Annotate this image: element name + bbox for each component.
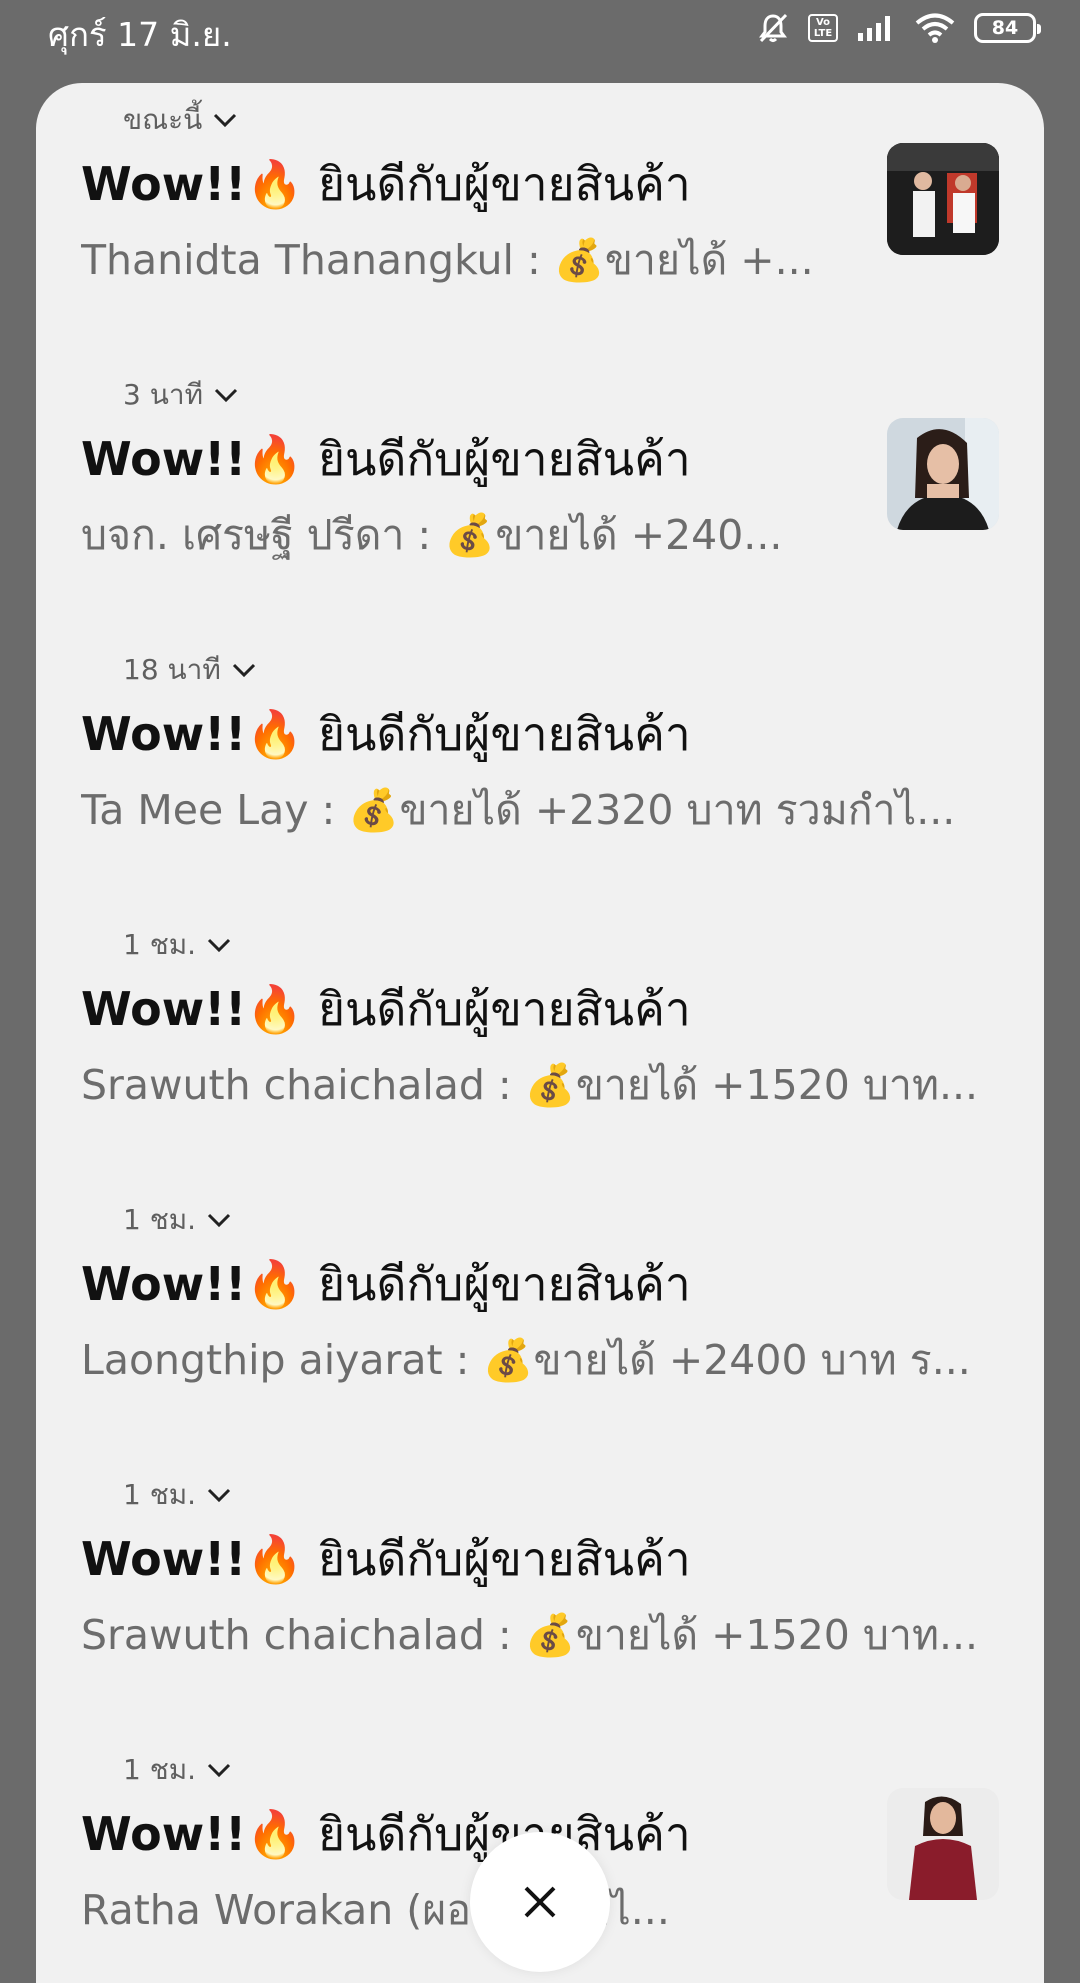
notification-time-label: 1 ชม. (123, 1203, 197, 1236)
money-bag-icon: 💰 (444, 511, 496, 559)
notification-time-label: ขณะนี้ (123, 103, 203, 136)
fire-icon: 🔥 (246, 1257, 304, 1311)
seller-name: Ratha Worakan (ผอ (81, 1886, 471, 1934)
notification-body: Srawuth chaichalad : 💰ขายได้ +1520 บาท..… (81, 1053, 978, 1118)
battery-level: 84 (991, 16, 1019, 39)
notification-time[interactable]: 1 ชม. (123, 1198, 232, 1242)
notification-item[interactable]: 3 นาที Wow!!🔥 ยินดีกับผู้ขายสินค้า บจก. … (81, 373, 1041, 633)
signal-icon (856, 13, 896, 43)
notification-thumbnail (887, 418, 999, 530)
notification-item[interactable]: ขณะนี้ Wow!!🔥 ยินดีกับผู้ขายสินค้า Thani… (81, 98, 1041, 358)
close-icon (524, 1886, 556, 1918)
notification-title: Wow!!🔥 ยินดีกับผู้ขายสินค้า (81, 1798, 691, 1871)
notification-title: Wow!!🔥 ยินดีกับผู้ขายสินค้า (81, 148, 691, 221)
title-text: ยินดีกับผู้ขายสินค้า (318, 1532, 691, 1586)
notification-time[interactable]: 1 ชม. (123, 1473, 232, 1517)
money-bag-icon: 💰 (524, 1611, 576, 1659)
sale-text: ขายได้ +2400 บาท ร... (533, 1336, 971, 1384)
wow-label: Wow!! (81, 1257, 247, 1311)
notification-title: Wow!!🔥 ยินดีกับผู้ขายสินค้า (81, 423, 691, 496)
wow-label: Wow!! (81, 432, 247, 486)
notification-time[interactable]: 18 นาที (123, 648, 257, 692)
notification-item[interactable]: 18 นาที Wow!!🔥 ยินดีกับผู้ขายสินค้า Ta M… (81, 648, 1041, 908)
status-date: ศุกร์ 17 มิ.ย. (48, 15, 232, 54)
notification-title: Wow!!🔥 ยินดีกับผู้ขายสินค้า (81, 973, 691, 1046)
fire-icon: 🔥 (246, 982, 304, 1036)
title-text: ยินดีกับผู้ขายสินค้า (318, 707, 691, 761)
title-text: ยินดีกับผู้ขายสินค้า (318, 982, 691, 1036)
title-text: ยินดีกับผู้ขายสินค้า (318, 157, 691, 211)
sale-text: ขายได้ +240... (495, 511, 783, 559)
wow-label: Wow!! (81, 157, 247, 211)
money-bag-icon: 💰 (524, 1061, 576, 1109)
notification-time[interactable]: 1 ชม. (123, 923, 232, 967)
notification-time-label: 3 นาที (123, 378, 204, 411)
notification-thumbnail (887, 1788, 999, 1900)
fire-icon: 🔥 (246, 157, 304, 211)
notification-time-label: 1 ชม. (123, 1753, 197, 1786)
money-bag-icon: 💰 (482, 1336, 534, 1384)
title-text: ยินดีกับผู้ขายสินค้า (318, 432, 691, 486)
mute-icon (756, 11, 790, 45)
seller-name: Srawuth chaichalad : (81, 1611, 512, 1659)
status-icons: Vo LTE 84 (756, 10, 1041, 46)
wow-label: Wow!! (81, 707, 247, 761)
chevron-down-icon (208, 1763, 231, 1778)
notification-body: Laongthip aiyarat : 💰ขายได้ +2400 บาท ร.… (81, 1328, 971, 1393)
notification-item[interactable]: 1 ชม. Wow!!🔥 ยินดีกับผู้ขายสินค้า Srawut… (81, 1473, 1041, 1733)
notification-body: บจก. เศรษฐี ปรีดา : 💰ขายได้ +240... (81, 503, 782, 568)
notification-title: Wow!!🔥 ยินดีกับผู้ขายสินค้า (81, 1248, 691, 1321)
chevron-down-icon (214, 388, 238, 403)
seller-name: บจก. เศรษฐี ปรีดา : (81, 511, 432, 559)
fire-icon: 🔥 (246, 1807, 304, 1861)
close-all-button[interactable] (470, 1832, 610, 1972)
notification-time-label: 1 ชม. (123, 1478, 197, 1511)
money-bag-icon: 💰 (553, 236, 605, 284)
fire-icon: 🔥 (246, 1532, 304, 1586)
notification-title: Wow!!🔥 ยินดีกับผู้ขายสินค้า (81, 1523, 691, 1596)
notification-body: Ta Mee Lay : 💰ขายได้ +2320 บาท รวมกำไ... (81, 778, 955, 843)
sale-text: ขายได้ +2320 บาท รวมกำไ... (399, 786, 956, 834)
notification-time-label: 18 นาที (123, 653, 221, 686)
sale-text: ขายได้ +1520 บาท... (575, 1611, 979, 1659)
wow-label: Wow!! (81, 982, 247, 1036)
chevron-down-icon (232, 663, 255, 678)
fire-icon: 🔥 (246, 432, 304, 486)
seller-name: Thanidta Thanangkul : (81, 236, 541, 284)
sale-text: ขายได้ +1520 บาท... (575, 1061, 979, 1109)
chevron-down-icon (208, 938, 231, 953)
chevron-down-icon (208, 1213, 231, 1228)
notification-time[interactable]: ขณะนี้ (123, 98, 238, 142)
notification-item[interactable]: 1 ชม. Wow!!🔥 ยินดีกับผู้ขายสินค้า Srawut… (81, 923, 1041, 1183)
chevron-down-icon (208, 1488, 231, 1503)
money-bag-icon: 💰 (348, 786, 400, 834)
fire-icon: 🔥 (246, 707, 304, 761)
status-bar: ศุกร์ 17 มิ.ย. Vo LTE 84 (0, 0, 1080, 60)
notification-body: Thanidta Thanangkul : 💰ขายได้ +... (81, 228, 814, 293)
notification-body: Srawuth chaichalad : 💰ขายได้ +1520 บาท..… (81, 1603, 978, 1668)
notification-time[interactable]: 3 นาที (123, 373, 239, 417)
volte-icon: Vo LTE (808, 14, 838, 42)
battery-icon: 84 (974, 13, 1041, 43)
seller-name: Laongthip aiyarat : (81, 1336, 470, 1384)
notification-item[interactable]: 1 ชม. Wow!!🔥 ยินดีกับผู้ขายสินค้า Laongt… (81, 1198, 1041, 1458)
notification-thumbnail (887, 143, 999, 255)
notification-title: Wow!!🔥 ยินดีกับผู้ขายสินค้า (81, 698, 691, 771)
wow-label: Wow!! (81, 1807, 247, 1861)
notification-panel: ขณะนี้ Wow!!🔥 ยินดีกับผู้ขายสินค้า Thani… (36, 83, 1044, 1983)
notification-time-label: 1 ชม. (123, 928, 197, 961)
seller-name: Ta Mee Lay : (81, 786, 336, 834)
wifi-icon (914, 12, 956, 44)
notification-time[interactable]: 1 ชม. (123, 1748, 232, 1792)
chevron-down-icon (214, 113, 237, 128)
sale-text: ขายได้ +... (604, 236, 814, 284)
title-text: ยินดีกับผู้ขายสินค้า (318, 1257, 691, 1311)
seller-name: Srawuth chaichalad : (81, 1061, 512, 1109)
wow-label: Wow!! (81, 1532, 247, 1586)
